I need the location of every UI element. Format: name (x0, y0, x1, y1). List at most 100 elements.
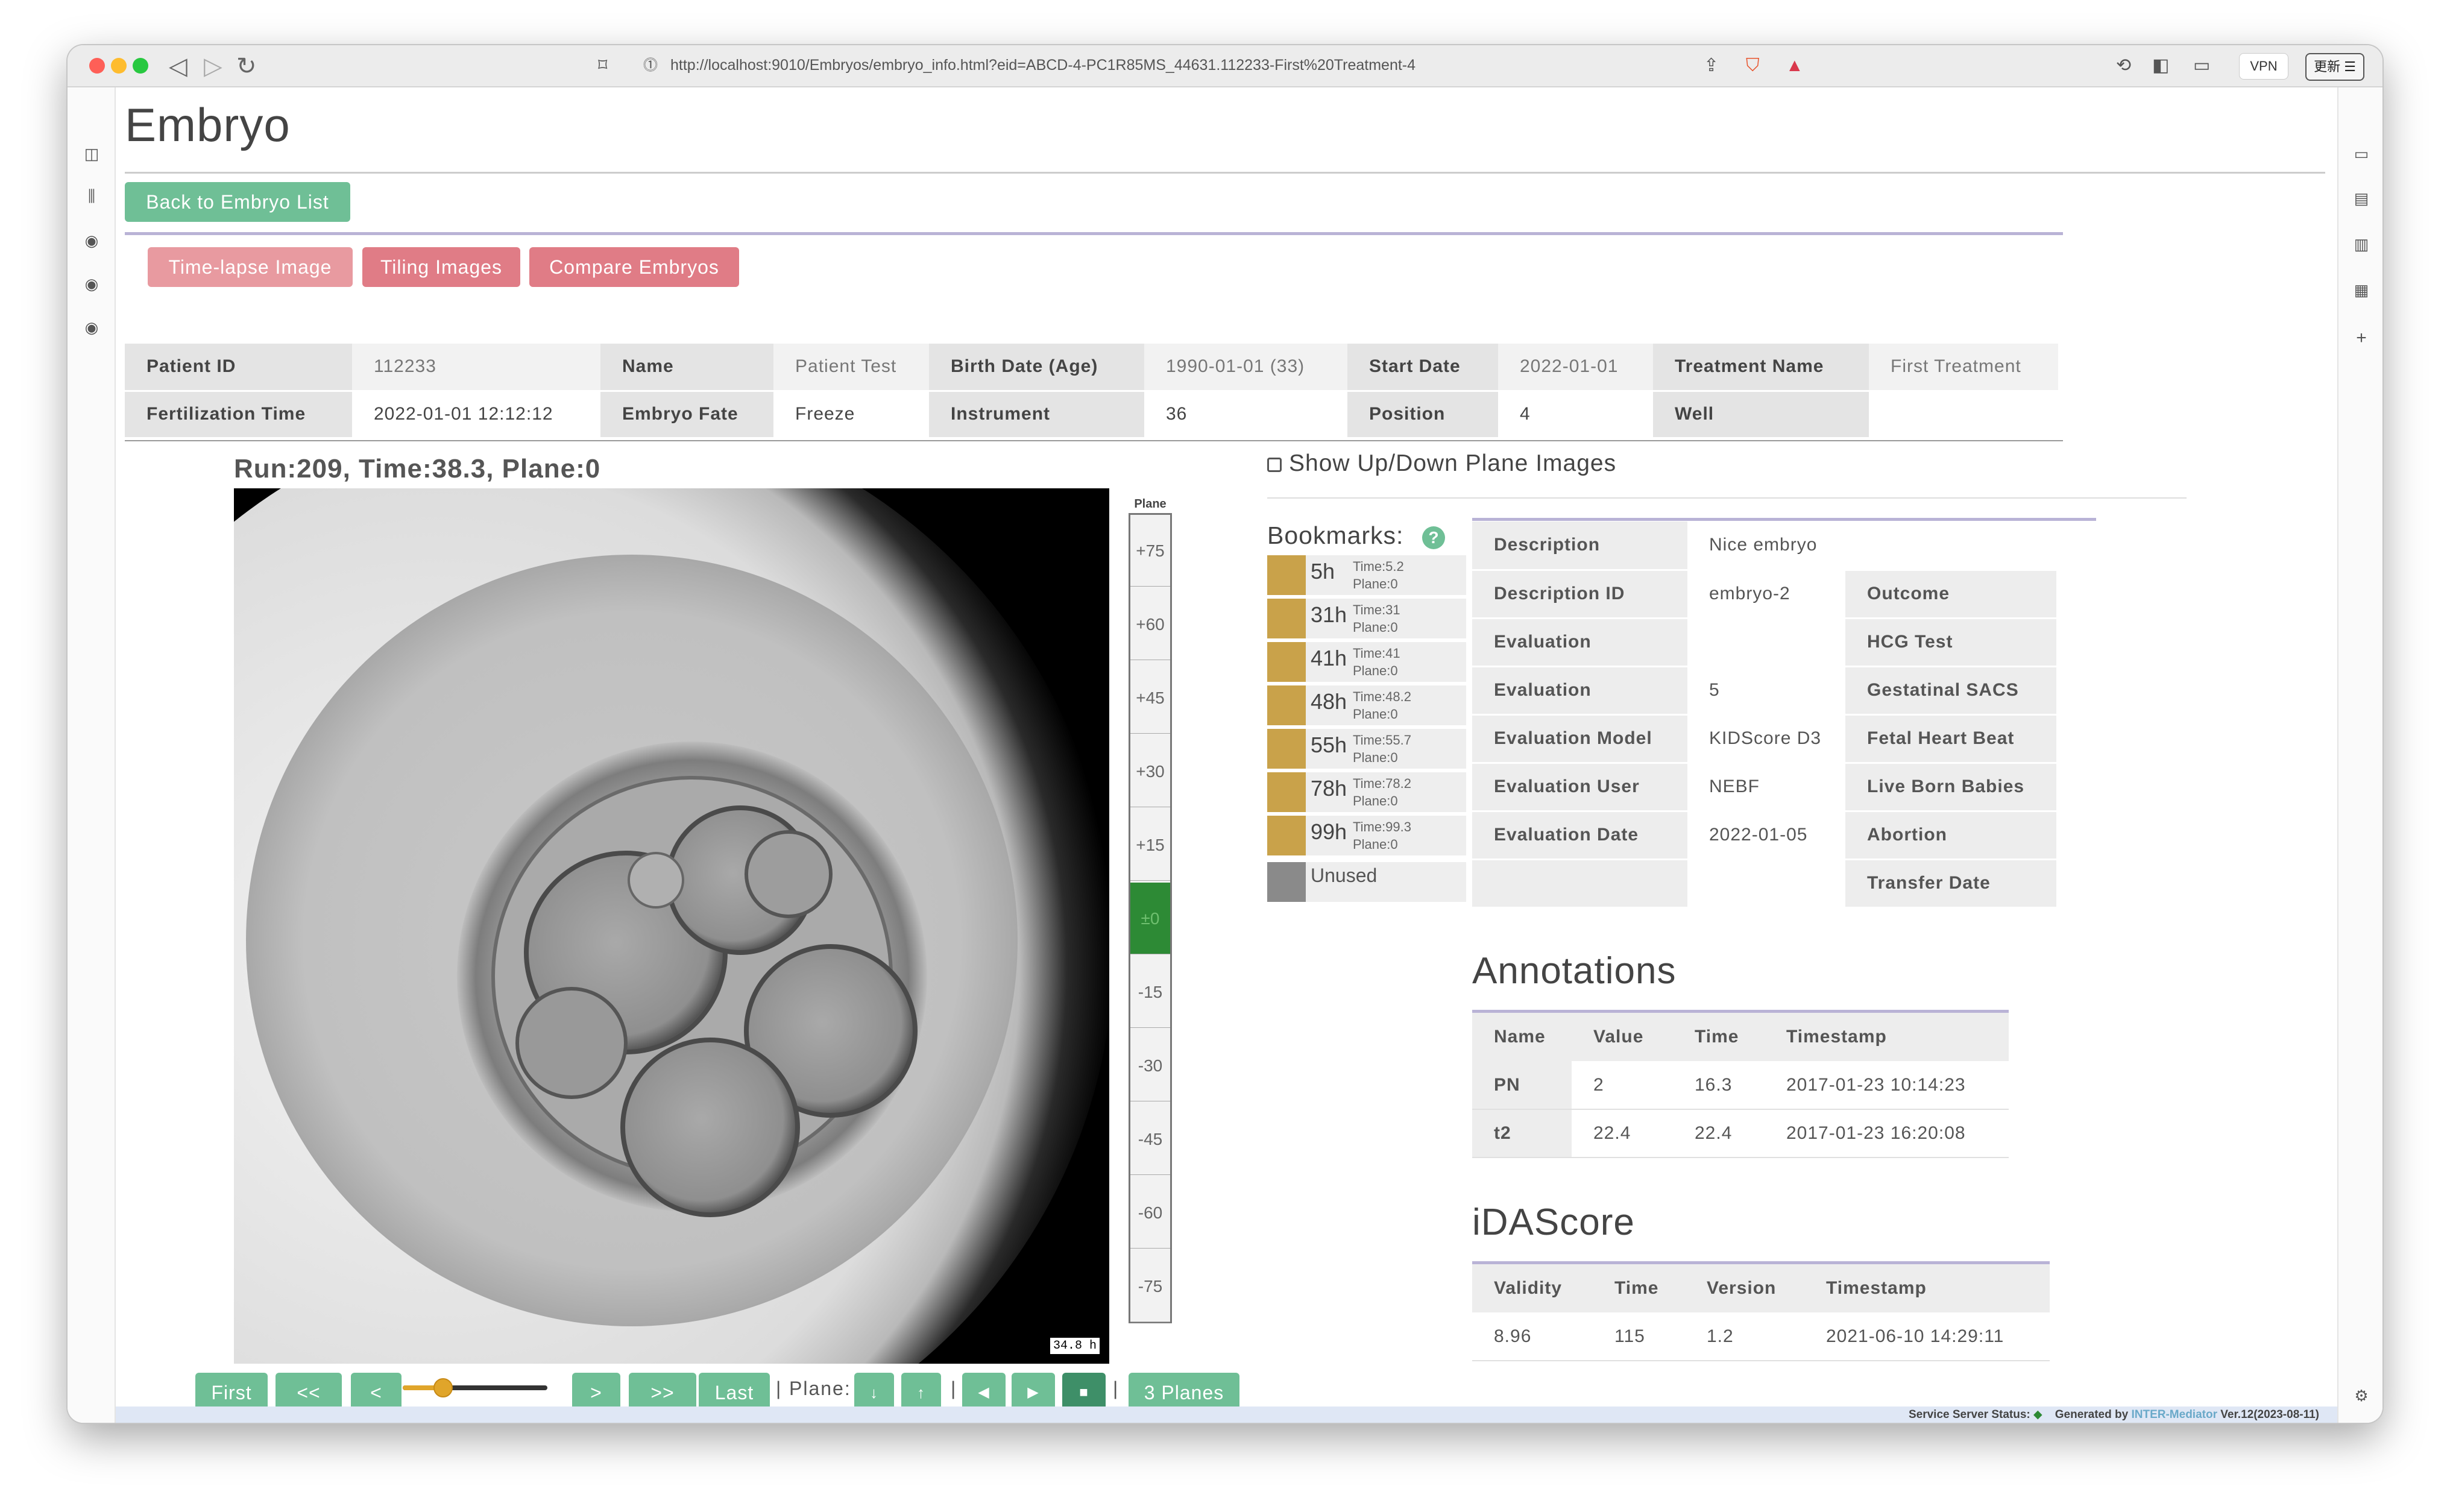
plane-selector[interactable]: +75 +60 +45 +30 +15 ±0 -15 -30 -45 -60 -75 (1129, 513, 1172, 1323)
annotations-title: Annotations (1472, 950, 1677, 992)
tab-time-lapse-image[interactable]: Time-lapse Image (148, 247, 353, 287)
label-start-date: Start Date (1347, 344, 1498, 392)
table-cell: 16.3 (1673, 1061, 1765, 1110)
tab-tiling-images[interactable]: Tiling Images (362, 247, 520, 287)
back-icon[interactable]: ◁ (169, 50, 187, 83)
title-divider (125, 172, 2325, 174)
value-start-date: 2022-01-01 (1498, 344, 1653, 392)
wallet-icon[interactable]: ▭ (2193, 51, 2210, 80)
bookmark-icon[interactable]: ⌑ (598, 51, 607, 80)
plane-option[interactable]: +60 (1130, 588, 1170, 660)
detail-label: Abortion (1845, 811, 2056, 860)
column-header: Time (1593, 1264, 1685, 1312)
separator: | (776, 1378, 783, 1399)
bookmark-hours: 78h (1311, 776, 1347, 801)
bookmark-item[interactable]: 55h Time:55.7 Plane:0 (1267, 729, 1466, 769)
settings-gear-icon[interactable]: ⚙ (2349, 1384, 2373, 1408)
globe-icon[interactable]: ◉ (80, 272, 104, 296)
site-info-icon[interactable]: ⓵ (643, 51, 658, 80)
detail-label: Evaluation (1472, 666, 1687, 716)
show-updown-checkbox[interactable] (1267, 458, 1282, 472)
bookmark-time: Time:5.2 (1353, 559, 1404, 574)
footer-text: Service Server Status: ◆ Generated by IN… (1909, 1408, 2319, 1422)
bookmark-item[interactable]: 41h Time:41 Plane:0 (1267, 642, 1466, 682)
help-icon[interactable]: ? (1422, 526, 1445, 549)
bookmark-item[interactable]: 5h Time:5.2 Plane:0 (1267, 555, 1466, 595)
page-title: Embryo (125, 98, 291, 151)
detail-value (2056, 714, 2100, 764)
value-birth-date: 1990-01-01 (33) (1144, 344, 1347, 392)
reading-list-icon[interactable]: ▦ (2349, 278, 2373, 302)
bookmarks-icon[interactable]: ▥ (2349, 232, 2373, 256)
detail-label: HCG Test (1845, 618, 2056, 667)
bookmark-item[interactable]: 78h Time:78.2 Plane:0 (1267, 772, 1466, 812)
plane-option[interactable]: -15 (1130, 956, 1170, 1028)
panel-toggle-icon[interactable]: ◫ (80, 142, 104, 166)
rewards-icon[interactable]: ▲ (1786, 51, 1804, 80)
detail-label: Evaluation User (1472, 763, 1687, 812)
embryo-time-lapse-image[interactable]: 34.8 h (234, 488, 1109, 1364)
plane-option[interactable]: -45 (1130, 1103, 1170, 1175)
brave-shield-icon[interactable]: ⛉ (1746, 51, 1760, 80)
server-status-label: Service Server Status: (1908, 1408, 2030, 1421)
plane-option[interactable]: -75 (1130, 1250, 1170, 1322)
add-panel-icon[interactable]: + (80, 1420, 104, 1423)
plane-option[interactable]: ±0 (1130, 883, 1170, 954)
intermediator-link[interactable]: INTER-Mediator (2131, 1408, 2217, 1421)
detail-label (1472, 859, 1687, 909)
close-window-button[interactable] (89, 58, 105, 74)
bookmark-item[interactable]: 48h Time:48.2 Plane:0 (1267, 685, 1466, 725)
label-fertilization-time: Fertilization Time (125, 391, 352, 439)
label-instrument: Instrument (929, 391, 1144, 439)
minimize-window-button[interactable] (111, 58, 127, 74)
detail-label: Description ID (1472, 570, 1687, 619)
video-icon[interactable]: ▭ (2349, 142, 2373, 166)
plane-option[interactable]: -60 (1130, 1177, 1170, 1249)
table-header-row: Validity Time Version Timestamp (1472, 1264, 2050, 1312)
plane-option[interactable]: -30 (1130, 1030, 1170, 1101)
label-patient-id: Patient ID (125, 344, 352, 392)
status-indicator-icon: ◆ (2033, 1408, 2042, 1421)
detail-value: 2022-01-05 (1687, 811, 1845, 860)
update-menu-button[interactable]: 更新 ☰ (2305, 53, 2364, 81)
zoom-window-button[interactable] (133, 58, 148, 74)
plane-option[interactable]: +15 (1130, 809, 1170, 881)
plane-option[interactable]: +30 (1130, 736, 1170, 807)
tab-compare-embryos[interactable]: Compare Embryos (529, 247, 739, 287)
bookmark-hours: 41h (1311, 646, 1347, 670)
globe-icon[interactable]: ◉ (80, 315, 104, 339)
detail-label: Gestatinal SACS (1845, 666, 2056, 716)
back-to-embryo-list-button[interactable]: Back to Embryo List (125, 182, 350, 222)
add-icon[interactable]: + (2349, 326, 2373, 350)
sidebar-toggle-icon[interactable]: ◧ (2152, 51, 2169, 80)
stats-icon[interactable]: ⫼ (80, 184, 104, 208)
detail-value (2056, 521, 2100, 571)
table-row: t2 22.4 22.4 2017-01-23 16:20:08 (1472, 1109, 2009, 1158)
bookmark-hours: 5h (1311, 559, 1335, 584)
label-name: Name (600, 344, 773, 392)
time-slider[interactable] (403, 1378, 547, 1397)
column-header: Name (1472, 1013, 1572, 1061)
table-row: Evaluation Date 2022-01-05 Abortion (1472, 811, 2100, 860)
bookmark-unused[interactable]: Unused (1267, 862, 1466, 902)
time-slider-handle[interactable] (433, 1378, 453, 1397)
table-cell: 115 (1593, 1312, 1685, 1361)
wallet-icon[interactable]: ▤ (2349, 186, 2373, 210)
show-updown-plane-toggle[interactable]: Show Up/Down Plane Images (1267, 450, 1616, 477)
bookmark-plane: Plane:0 (1353, 750, 1398, 765)
forward-icon[interactable]: ▷ (204, 50, 222, 83)
plane-option[interactable]: +75 (1130, 515, 1170, 587)
globe-icon[interactable]: ◉ (80, 228, 104, 253)
vpn-button[interactable]: VPN (2239, 53, 2288, 80)
page-footer: Service Server Status: ◆ Generated by IN… (116, 1406, 2337, 1423)
column-header: Time (1673, 1013, 1765, 1061)
plane-option[interactable]: +45 (1130, 662, 1170, 734)
share-icon[interactable]: ⇪ (1704, 51, 1719, 80)
bookmark-detail: Time:99.3 Plane:0 (1353, 818, 1411, 853)
bookmark-item[interactable]: 99h Time:99.3 Plane:0 (1267, 816, 1466, 855)
extensions-icon[interactable]: ⟲ (2116, 51, 2131, 80)
address-bar[interactable]: http://localhost:9010/Embryos/embryo_inf… (670, 52, 1416, 78)
reload-icon[interactable]: ↻ (236, 50, 257, 83)
bookmark-item[interactable]: 31h Time:31 Plane:0 (1267, 599, 1466, 638)
table-row: Description Nice embryo (1472, 521, 2100, 571)
